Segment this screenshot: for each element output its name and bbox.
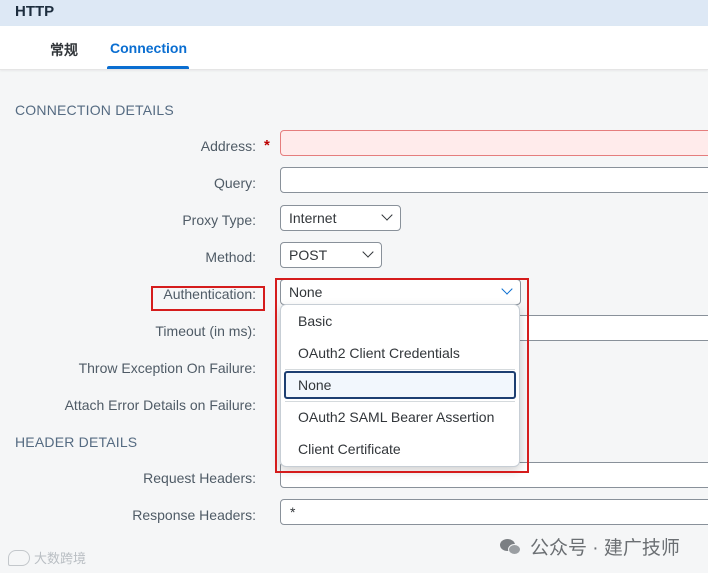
watermark-right: 公众号 · 建广技师 [500,533,680,560]
active-tab-indicator [107,66,189,69]
address-input[interactable] [280,130,708,156]
wechat-icon [500,537,524,557]
proxy-type-label: Proxy Type: [182,212,256,228]
watermark-left-text: 大数跨境 [34,551,87,566]
tab-bar: 常规 Connection [0,26,708,70]
throw-exception-label: Throw Exception On Failure: [78,360,256,376]
query-label: Query: [213,175,256,191]
address-label: Address: [200,138,256,154]
response-headers-input[interactable]: * [280,499,708,525]
watermark-left: 大数跨境 [8,548,86,567]
tab-general[interactable]: 常规 [50,40,78,60]
proxy-type-value: Internet [289,210,337,226]
method-value: POST [289,247,328,263]
proxy-type-select[interactable]: Internet [280,205,401,231]
request-headers-label: Request Headers: [143,470,256,486]
required-marker: * [264,137,270,154]
watermark-logo-icon [8,549,30,566]
window-header: HTTP [0,0,708,26]
section-connection-details: CONNECTION DETAILS [15,102,174,118]
method-select[interactable]: POST [280,242,382,268]
query-input[interactable] [280,167,708,193]
tab-connection[interactable]: Connection [110,40,187,56]
chevron-down-icon [362,246,374,258]
method-label: Method: [205,249,256,265]
annotation-box-dropdown [275,278,529,473]
window-title: HTTP [15,3,55,20]
response-headers-label: Response Headers: [132,507,256,523]
chevron-down-icon [381,209,393,221]
attach-error-label: Attach Error Details on Failure: [64,397,256,413]
watermark-right-text: 公众号 · 建广技师 [530,538,680,559]
timeout-label: Timeout (in ms): [155,323,256,339]
section-header-details: HEADER DETAILS [15,434,138,450]
annotation-box-label [151,286,265,311]
